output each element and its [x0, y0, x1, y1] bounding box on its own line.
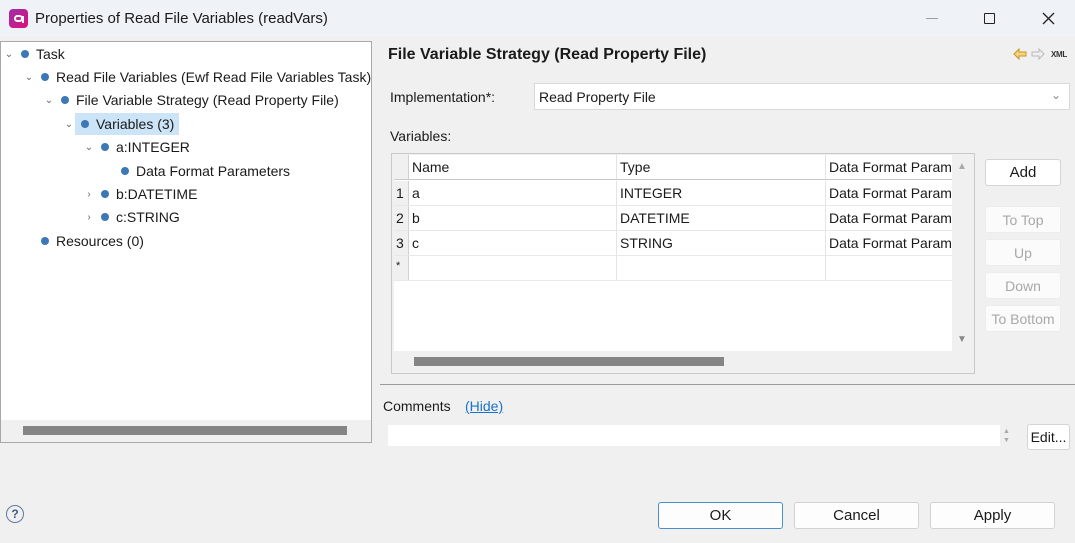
- help-icon[interactable]: ?: [6, 505, 24, 523]
- node-bullet-icon: [61, 96, 69, 104]
- tree-item-b-datetime[interactable]: › b:DATETIME: [83, 183, 200, 205]
- arrow-left-icon[interactable]: [1013, 48, 1027, 60]
- chevron-down-icon[interactable]: ⌄: [63, 119, 75, 130]
- row-number-header: [394, 155, 409, 179]
- cell-name[interactable]: [409, 256, 617, 280]
- minimize-icon: [926, 17, 938, 19]
- apply-button[interactable]: Apply: [930, 502, 1055, 529]
- node-bullet-icon: [81, 120, 89, 128]
- variables-grid[interactable]: Name Type Data Format Param 1 a INTEGER …: [394, 155, 952, 351]
- node-bullet-icon: [21, 50, 29, 58]
- new-row-marker: *: [394, 256, 409, 280]
- tree-item-variables[interactable]: ⌄ Variables (3): [63, 113, 180, 135]
- arrow-right-icon[interactable]: [1031, 48, 1045, 60]
- table-header: Name Type Data Format Param: [394, 155, 952, 180]
- cell-format[interactable]: Data Format Param: [826, 231, 952, 255]
- implementation-value: Read Property File: [539, 88, 656, 105]
- selection-highlight: Variables (3): [75, 113, 180, 135]
- implementation-select[interactable]: Read Property File ⌄: [534, 83, 1070, 110]
- cell-format[interactable]: [826, 256, 952, 280]
- chevron-down-icon[interactable]: ⌄: [83, 142, 95, 153]
- chevron-right-icon[interactable]: ›: [83, 212, 95, 223]
- cell-type[interactable]: INTEGER: [617, 181, 826, 205]
- up-button[interactable]: Up: [985, 239, 1061, 266]
- edit-comments-button[interactable]: Edit...: [1027, 424, 1070, 450]
- tree-item-read-file-variables[interactable]: ⌄ Read File Variables (Ewf Read File Var…: [23, 66, 374, 88]
- variables-table[interactable]: Name Type Data Format Param 1 a INTEGER …: [391, 153, 975, 374]
- cell-type[interactable]: DATETIME: [617, 206, 826, 230]
- tree-item-a-integer[interactable]: ⌄ a:INTEGER: [83, 136, 193, 158]
- table-new-row[interactable]: *: [394, 256, 952, 281]
- column-header-type[interactable]: Type: [617, 155, 826, 179]
- comments-label: Comments: [383, 398, 451, 414]
- node-bullet-icon: [101, 213, 109, 221]
- maximize-button[interactable]: [960, 0, 1018, 36]
- down-button[interactable]: Down: [985, 272, 1061, 299]
- chevron-down-icon: ⌄: [1050, 88, 1061, 102]
- cell-type[interactable]: STRING: [617, 231, 826, 255]
- table-row[interactable]: 2 b DATETIME Data Format Param: [394, 206, 952, 231]
- tree-item-c-string[interactable]: › c:STRING: [83, 206, 183, 228]
- node-bullet-icon: [41, 237, 49, 245]
- tree-item-task[interactable]: ⌄ Task: [3, 43, 68, 65]
- implementation-label: Implementation*:: [390, 89, 496, 105]
- section-divider: [380, 384, 1075, 385]
- column-header-format[interactable]: Data Format Param: [826, 155, 952, 179]
- chevron-down-icon[interactable]: ⌄: [23, 72, 35, 83]
- close-icon: [1042, 12, 1054, 24]
- table-row[interactable]: 3 c STRING Data Format Param: [394, 231, 952, 256]
- cell-format[interactable]: Data Format Param: [826, 206, 952, 230]
- node-bullet-icon: [101, 190, 109, 198]
- close-button[interactable]: [1019, 0, 1075, 36]
- tree-item-resources[interactable]: Resources (0): [35, 230, 147, 252]
- tree-item-file-variable-strategy[interactable]: ⌄ File Variable Strategy (Read Property …: [43, 89, 342, 111]
- to-top-button[interactable]: To Top: [985, 206, 1061, 233]
- xml-view-button[interactable]: XML: [1051, 50, 1067, 59]
- ok-button[interactable]: OK: [658, 502, 783, 529]
- tree-horizontal-scrollbar[interactable]: [1, 420, 371, 442]
- add-button[interactable]: Add: [985, 159, 1061, 186]
- comments-scroll-arrows-icon[interactable]: ▲ ▼: [1003, 427, 1010, 445]
- node-bullet-icon: [121, 167, 129, 175]
- tree-item-data-format-parameters[interactable]: Data Format Parameters: [115, 160, 293, 182]
- hide-comments-link[interactable]: (Hide): [465, 398, 503, 414]
- to-bottom-button[interactable]: To Bottom: [985, 305, 1061, 332]
- cell-name[interactable]: a: [409, 181, 617, 205]
- window-title: Properties of Read File Variables (readV…: [35, 9, 328, 27]
- scroll-down-arrow-icon[interactable]: ▼: [957, 334, 967, 345]
- chevron-down-icon[interactable]: ⌄: [43, 95, 55, 106]
- table-row[interactable]: 1 a INTEGER Data Format Param: [394, 181, 952, 206]
- chevron-down-icon[interactable]: ⌄: [3, 49, 15, 60]
- cell-format[interactable]: Data Format Param: [826, 181, 952, 205]
- scroll-up-arrow-icon[interactable]: ▲: [957, 161, 967, 172]
- minimize-button[interactable]: [903, 0, 961, 36]
- table-horizontal-scrollbar-thumb[interactable]: [414, 357, 724, 366]
- node-bullet-icon: [41, 73, 49, 81]
- row-number: 1: [394, 181, 409, 205]
- variables-label: Variables:: [390, 128, 452, 144]
- cell-type[interactable]: [617, 256, 826, 280]
- comments-field[interactable]: [388, 425, 1000, 446]
- cell-name[interactable]: b: [409, 206, 617, 230]
- properties-tree[interactable]: ⌄ Task ⌄ Read File Variables (Ewf Read F…: [0, 41, 372, 443]
- cell-name[interactable]: c: [409, 231, 617, 255]
- column-header-name[interactable]: Name: [409, 155, 617, 179]
- scrollbar-thumb[interactable]: [23, 426, 347, 435]
- title-bar: Properties of Read File Variables (readV…: [0, 0, 1075, 36]
- chevron-right-icon[interactable]: ›: [83, 189, 95, 200]
- cancel-button[interactable]: Cancel: [794, 502, 919, 529]
- section-title: File Variable Strategy (Read Property Fi…: [388, 46, 707, 63]
- row-number: 2: [394, 206, 409, 230]
- row-number: 3: [394, 231, 409, 255]
- node-bullet-icon: [101, 143, 109, 151]
- navigation-icons: XML: [1013, 48, 1067, 60]
- app-icon: [9, 8, 28, 28]
- maximize-icon: [983, 12, 995, 24]
